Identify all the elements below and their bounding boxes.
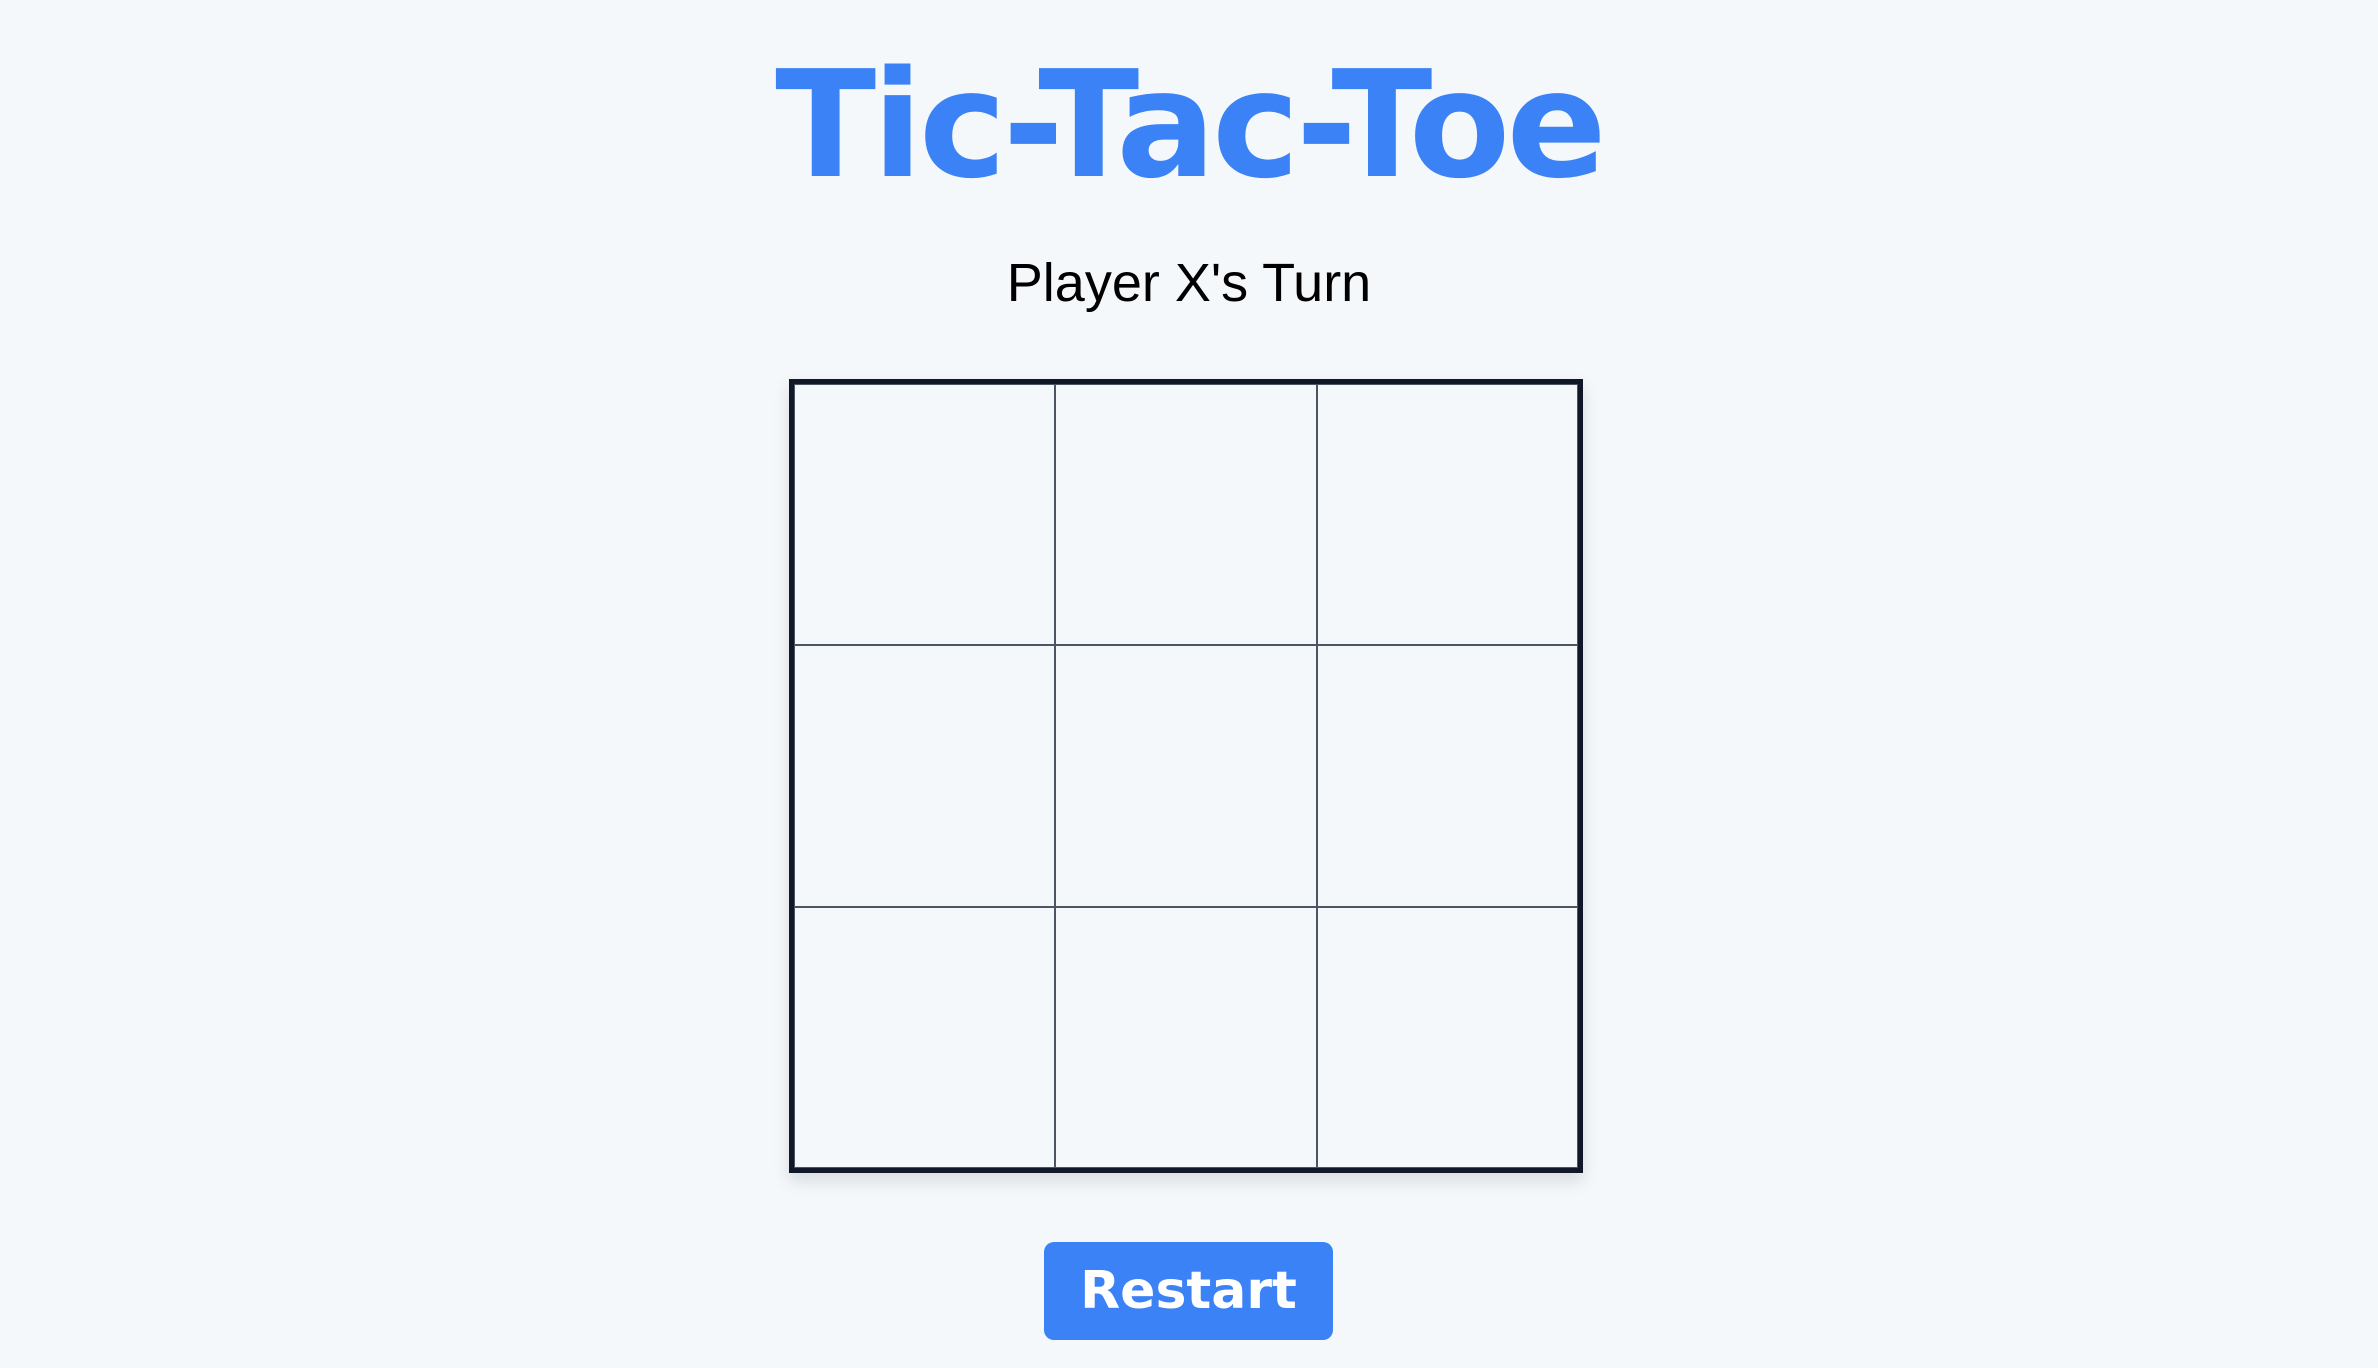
board-cell-4[interactable] xyxy=(794,645,1056,907)
board-cell-7[interactable] xyxy=(794,906,1056,1168)
board-cell-9[interactable] xyxy=(1316,906,1578,1168)
game-page: Tic-Tac-Toe Player X's Turn Restart xyxy=(0,0,2378,1368)
turn-status: Player X's Turn xyxy=(1006,253,1372,313)
board-cell-1[interactable] xyxy=(794,384,1056,646)
board-cell-8[interactable] xyxy=(1055,906,1317,1168)
page-title: Tic-Tac-Toe xyxy=(775,39,1607,211)
board-cell-2[interactable] xyxy=(1055,384,1317,646)
board-cell-3[interactable] xyxy=(1316,384,1578,646)
board-cell-6[interactable] xyxy=(1316,645,1578,907)
game-board xyxy=(789,379,1583,1173)
board-cell-5[interactable] xyxy=(1055,645,1317,907)
restart-button[interactable]: Restart xyxy=(1044,1242,1333,1340)
